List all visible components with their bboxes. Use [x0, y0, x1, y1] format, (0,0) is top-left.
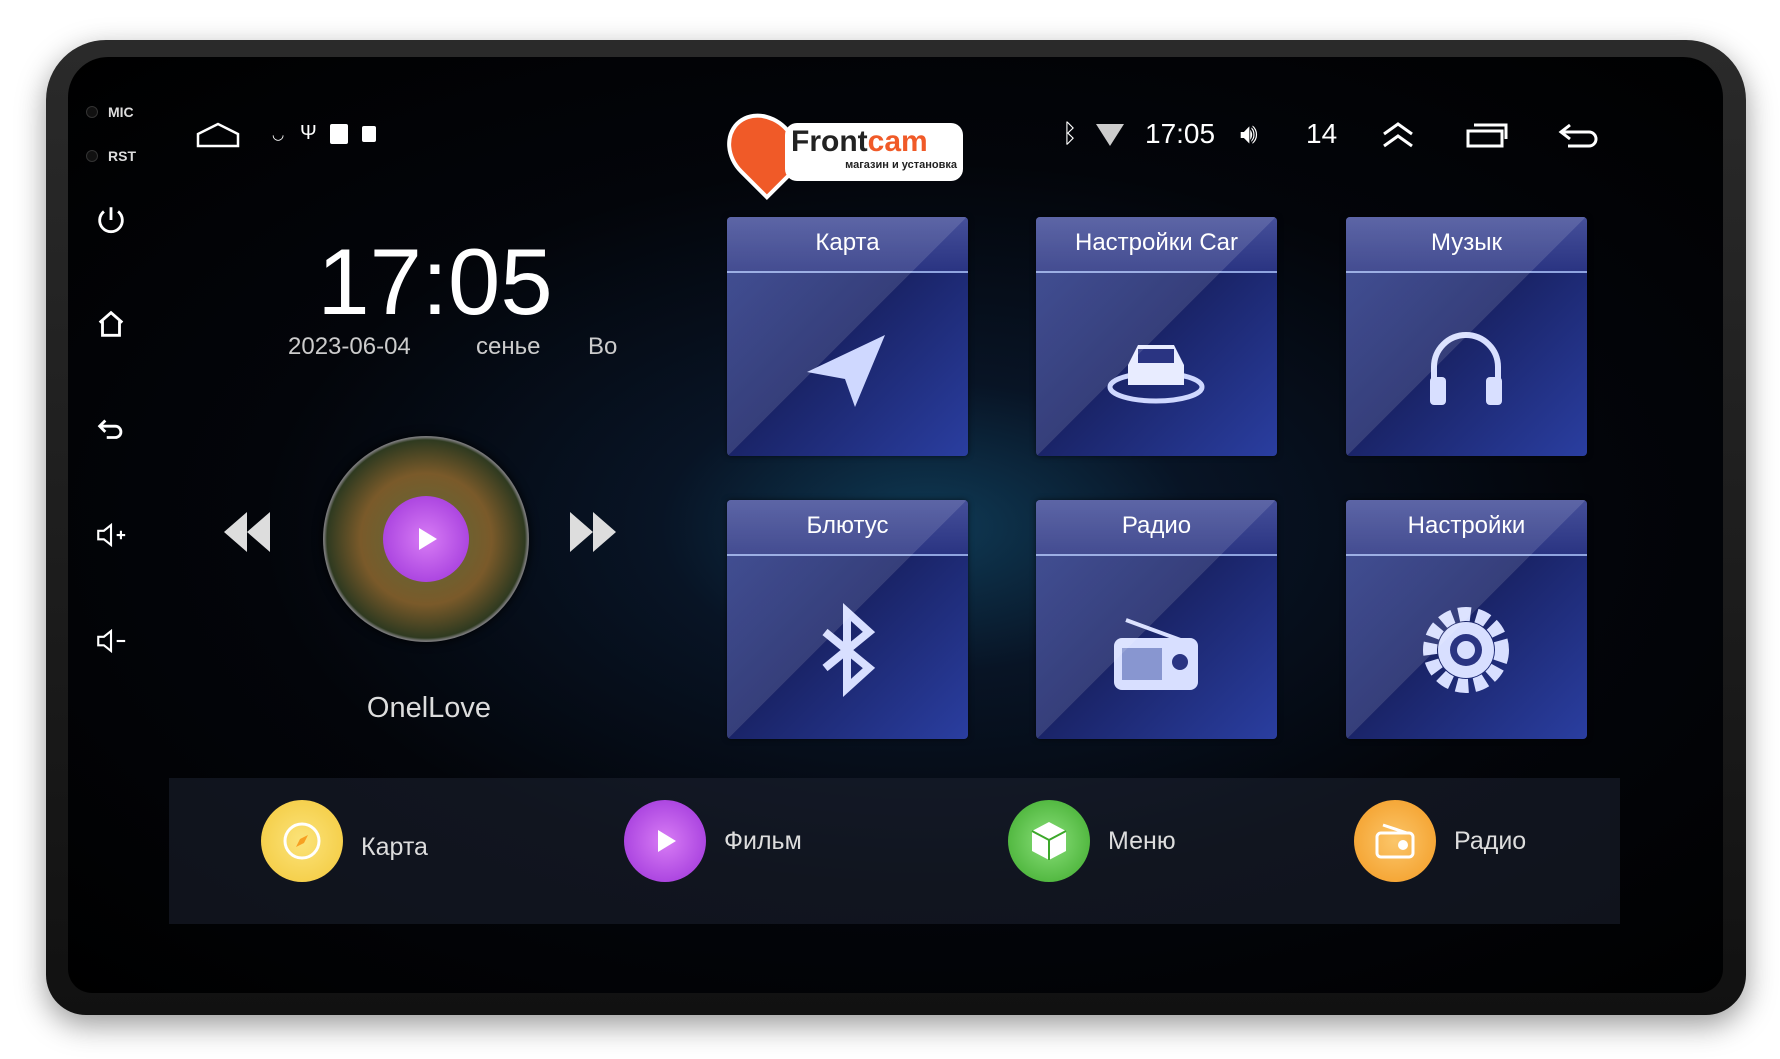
- home-nav-icon[interactable]: [196, 122, 240, 148]
- mic-label: MIC: [108, 104, 134, 120]
- weekday: сенье: [476, 333, 541, 360]
- compass-icon: [261, 800, 343, 882]
- home-icon[interactable]: [94, 307, 128, 341]
- sim-icon: [362, 126, 376, 142]
- previous-track-icon[interactable]: [222, 510, 272, 554]
- tile-label: Блютус: [727, 500, 968, 556]
- dock-label: Карта: [361, 832, 428, 861]
- tile-radio[interactable]: Радио: [1036, 500, 1277, 739]
- gear-icon: [1423, 607, 1509, 693]
- sd-card-icon: [330, 124, 348, 144]
- tile-label: Настройки: [1346, 500, 1587, 556]
- volume-icon[interactable]: 🔊︎: [1240, 118, 1258, 151]
- dock-map[interactable]: Карта: [261, 800, 428, 882]
- wifi-icon: [1096, 124, 1124, 146]
- tile-label: Настройки Car: [1036, 217, 1277, 273]
- status-time: 17:05: [1145, 118, 1216, 149]
- bluetooth-status-icon: ᛒ: [1062, 118, 1078, 148]
- tile-music[interactable]: Музык: [1346, 217, 1587, 456]
- volume-down-icon[interactable]: [94, 624, 128, 658]
- back-nav-icon[interactable]: [1558, 122, 1600, 150]
- next-track-icon[interactable]: [568, 510, 618, 554]
- logo-text: Frontcam: [791, 125, 928, 158]
- track-title: OnelLove: [366, 692, 492, 724]
- tile-bluetooth[interactable]: Блютус: [727, 500, 968, 739]
- tile-label: Радио: [1036, 500, 1277, 556]
- dock-film[interactable]: Фильм: [624, 800, 802, 882]
- radio-icon: [1114, 618, 1198, 690]
- radio-dock-icon: [1354, 800, 1436, 882]
- tile-map[interactable]: Карта: [727, 217, 968, 456]
- bluetooth-icon: [822, 602, 876, 698]
- volume-up-icon[interactable]: [94, 518, 128, 552]
- tile-label: Музык: [1346, 217, 1587, 273]
- weekday-extra: Во: [588, 333, 618, 360]
- dock-radio[interactable]: Радио: [1354, 800, 1526, 882]
- reset-hole[interactable]: [86, 150, 98, 162]
- tile-car-settings[interactable]: Настройки Car: [1036, 217, 1277, 456]
- play-button[interactable]: [383, 496, 469, 582]
- usb-icon: Ψ: [300, 122, 317, 144]
- cube-icon: [1008, 800, 1090, 882]
- tile-label: Карта: [727, 217, 968, 273]
- dock-label: Меню: [1108, 826, 1176, 855]
- home-clock: 17:05: [317, 229, 553, 334]
- app-dock: Карта Фильм Меню Радио: [169, 778, 1620, 924]
- dock-menu[interactable]: Меню: [1008, 800, 1176, 882]
- play-icon: [419, 528, 437, 550]
- car-icon: [1107, 345, 1205, 404]
- mic-hole: [86, 106, 98, 118]
- album-art[interactable]: [323, 436, 529, 642]
- navigation-icon: [807, 335, 885, 407]
- tpms-icon: ◡: [272, 126, 285, 142]
- recent-apps-icon[interactable]: [1466, 122, 1508, 148]
- frontcam-logo: Frontcam магазин и установка: [712, 98, 964, 201]
- logo-tagline: магазин и установка: [845, 159, 957, 171]
- dock-label: Фильм: [724, 826, 802, 855]
- video-play-icon: [624, 800, 706, 882]
- headphones-icon: [1430, 332, 1502, 405]
- rst-label: RST: [108, 148, 136, 164]
- tile-settings[interactable]: Настройки: [1346, 500, 1587, 739]
- power-icon[interactable]: [94, 203, 128, 237]
- volume-level: 14: [1306, 118, 1338, 149]
- expand-up-icon[interactable]: [1380, 120, 1416, 150]
- home-date: 2023-06-04: [288, 333, 411, 360]
- dock-label: Радио: [1454, 826, 1527, 855]
- back-icon[interactable]: [94, 412, 128, 446]
